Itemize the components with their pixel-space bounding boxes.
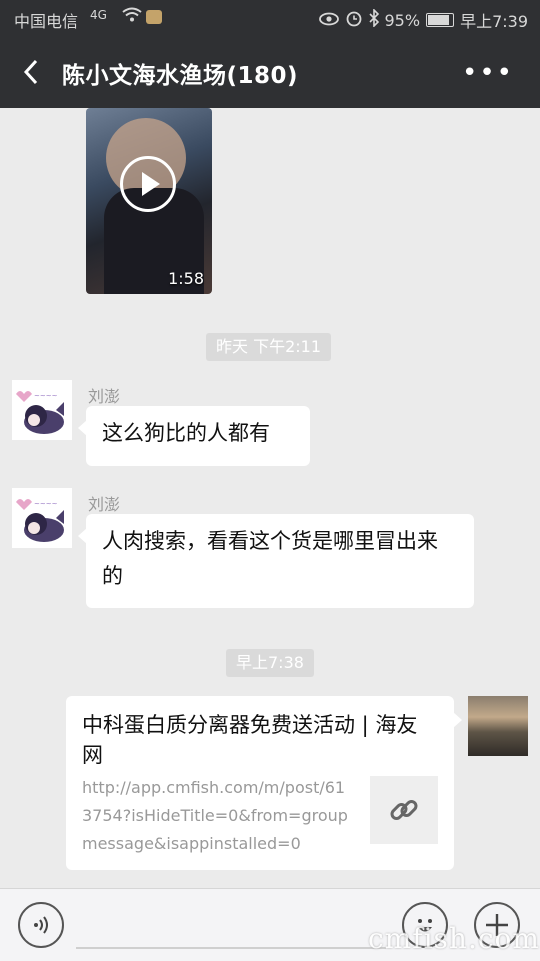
battery-percent: 95% bbox=[384, 10, 421, 30]
message-text: 人肉搜索，看看这个货是哪里冒出来的 bbox=[102, 529, 438, 588]
watermark: cmfish.com bbox=[368, 922, 540, 955]
battery-fill bbox=[428, 15, 449, 25]
chat-header: 陈小文海水渔场(180) ••• bbox=[0, 36, 540, 108]
play-icon[interactable] bbox=[120, 156, 176, 212]
message-bubble[interactable]: 这么狗比的人都有 bbox=[78, 406, 310, 466]
voice-icon bbox=[34, 916, 48, 934]
link-card-message[interactable]: 中科蛋白质分离器免费送活动 | 海友网 http://app.cmfish.co… bbox=[66, 696, 462, 870]
message-text: 这么狗比的人都有 bbox=[102, 421, 270, 445]
link-title: 中科蛋白质分离器免费送活动 | 海友网 bbox=[82, 713, 418, 767]
wifi-icon bbox=[122, 7, 142, 27]
status-right-group: 95% 早上7:39 bbox=[318, 8, 528, 32]
avatar[interactable]: ~~~~ bbox=[12, 488, 72, 548]
my-avatar[interactable] bbox=[468, 696, 528, 756]
sender-name: 刘澎 bbox=[88, 495, 121, 514]
video-message[interactable]: 1:58 bbox=[86, 108, 212, 294]
alarm-icon bbox=[345, 9, 363, 31]
svg-text:~~~~: ~~~~ bbox=[34, 500, 58, 508]
link-icon bbox=[370, 776, 438, 844]
message-input[interactable] bbox=[76, 947, 386, 949]
avatar[interactable]: ~~~~ bbox=[12, 380, 72, 440]
carrier-label: 中国电信 bbox=[14, 12, 79, 31]
svg-text:~~~~: ~~~~ bbox=[34, 392, 58, 400]
video-duration: 1:58 bbox=[168, 269, 204, 288]
clock-label: 早上7:39 bbox=[460, 12, 528, 31]
battery-icon bbox=[426, 13, 455, 27]
sender-name: 刘澎 bbox=[88, 387, 121, 406]
chat-title: 陈小文海水渔场(180) bbox=[62, 63, 299, 89]
back-icon[interactable] bbox=[18, 56, 50, 88]
more-options-button[interactable]: ••• bbox=[462, 58, 514, 88]
bluetooth-icon bbox=[368, 8, 379, 31]
timestamp-divider: 昨天 下午2:11 bbox=[206, 333, 332, 361]
network-type-label: 4G bbox=[90, 8, 107, 22]
timestamp-divider: 早上7:38 bbox=[226, 649, 314, 677]
status-bar: 中国电信 4G 95% 早上7:39 bbox=[0, 0, 540, 36]
link-url: http://app.cmfish.com/m/post/613754?isHi… bbox=[82, 778, 348, 853]
voice-input-button[interactable] bbox=[18, 902, 64, 948]
message-bubble[interactable]: 人肉搜索，看看这个货是哪里冒出来的 bbox=[78, 514, 474, 608]
eye-icon bbox=[318, 11, 339, 30]
notification-app-icon bbox=[146, 10, 162, 24]
